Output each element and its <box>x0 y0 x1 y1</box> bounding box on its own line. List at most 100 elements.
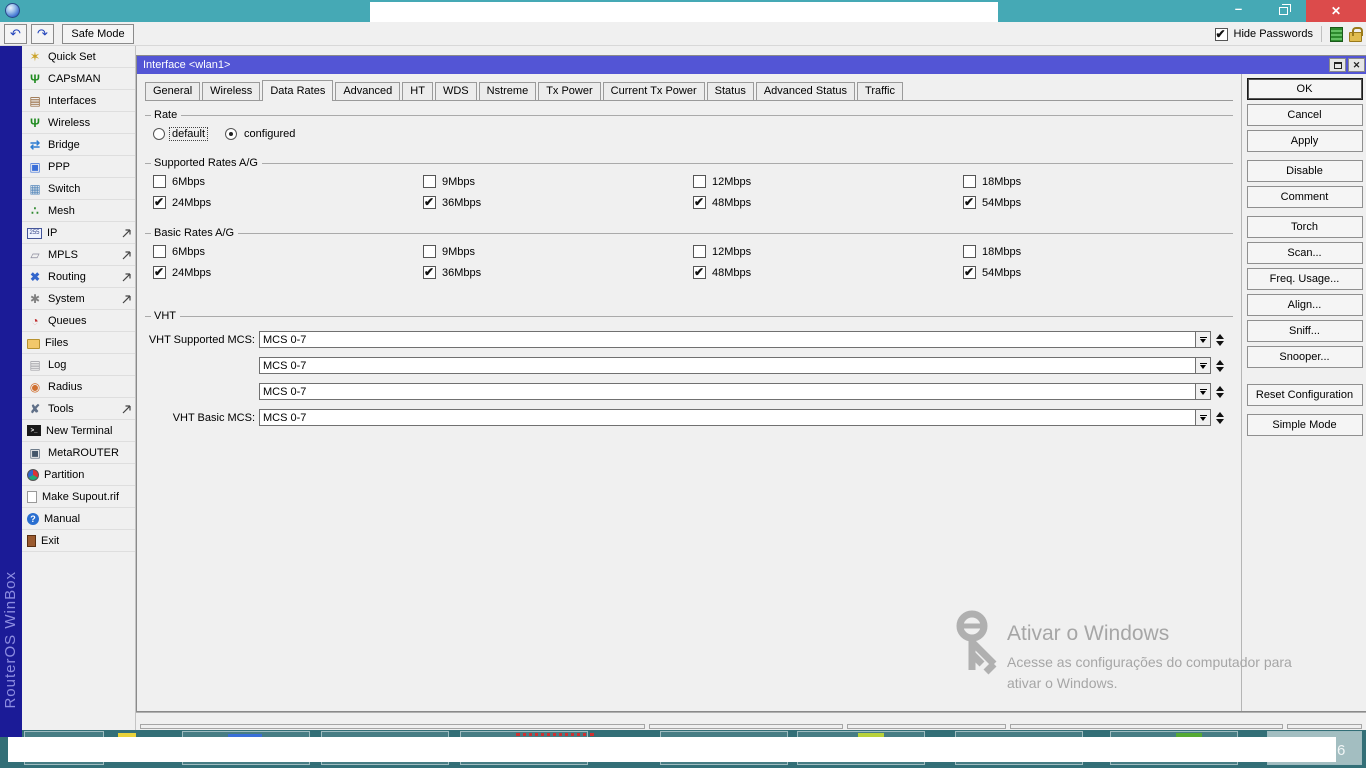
sidebar-item-quick-set[interactable]: Quick Set <box>22 46 135 68</box>
checkbox-label: 6Mbps <box>172 175 206 188</box>
dialog-close-button[interactable]: ✕ <box>1348 58 1365 72</box>
redo-button[interactable]: ↷ <box>31 23 54 44</box>
basic-rate-18mbps[interactable]: 18Mbps <box>963 241 1233 262</box>
brand-strip: RouterOS WinBox <box>0 46 22 737</box>
supported-rate-36mbps[interactable]: 36Mbps <box>423 192 693 213</box>
sidebar-item-new-terminal[interactable]: New Terminal <box>22 420 135 442</box>
tab-traffic[interactable]: Traffic <box>857 82 903 100</box>
sidebar-item-metarouter[interactable]: MetaROUTER <box>22 442 135 464</box>
basic-rate-48mbps[interactable]: 48Mbps <box>693 262 963 283</box>
button-comment[interactable]: Comment <box>1246 186 1363 208</box>
button-torch[interactable]: Torch <box>1246 216 1363 238</box>
basic-rate-24mbps[interactable]: 24Mbps <box>153 262 423 283</box>
button-disable[interactable]: Disable <box>1246 160 1363 182</box>
safe-mode-button[interactable]: Safe Mode <box>62 23 134 44</box>
sidebar-icon-system <box>27 292 43 306</box>
button-cancel[interactable]: Cancel <box>1246 104 1363 126</box>
button-apply[interactable]: Apply <box>1246 130 1363 152</box>
tab-tx-power[interactable]: Tx Power <box>538 82 601 100</box>
supported-rate-24mbps[interactable]: 24Mbps <box>153 192 423 213</box>
sidebar-item-make-supout-rif[interactable]: Make Supout.rif <box>22 486 135 508</box>
button-ok[interactable]: OK <box>1246 78 1363 100</box>
spinner-down-icon <box>1216 366 1224 372</box>
tab-advanced-status[interactable]: Advanced Status <box>755 82 856 100</box>
hide-passwords-checkbox[interactable] <box>1214 27 1228 41</box>
tab-advanced[interactable]: Advanced <box>335 82 401 100</box>
spinner-down-icon <box>1216 340 1224 346</box>
dropdown-arrow-button[interactable] <box>1195 358 1210 373</box>
basic-rate-36mbps[interactable]: 36Mbps <box>423 262 693 283</box>
button-freq-usage[interactable]: Freq. Usage... <box>1246 268 1363 290</box>
basic-rate-9mbps[interactable]: 9Mbps <box>423 241 693 262</box>
button-simple-mode[interactable]: Simple Mode <box>1246 414 1363 436</box>
updown-spinner[interactable] <box>1216 359 1224 372</box>
sidebar-icon-terminal <box>27 425 41 436</box>
sidebar-item-ip[interactable]: IP <box>22 222 135 244</box>
sidebar-item-files[interactable]: Files <box>22 332 135 354</box>
close-button[interactable]: ✕ <box>1306 0 1366 22</box>
sidebar-item-capsman[interactable]: CAPsMAN <box>22 68 135 90</box>
checkbox <box>153 195 166 209</box>
tab-wireless[interactable]: Wireless <box>202 82 261 100</box>
supported-rate-12mbps[interactable]: 12Mbps <box>693 171 963 192</box>
sidebar-item-exit[interactable]: Exit <box>22 530 135 552</box>
button-align[interactable]: Align... <box>1246 294 1363 316</box>
sidebar-item-label: Log <box>48 358 67 371</box>
supported-rate-48mbps[interactable]: 48Mbps <box>693 192 963 213</box>
sidebar-item-mpls[interactable]: MPLS <box>22 244 135 266</box>
supported-rate-54mbps[interactable]: 54Mbps <box>963 192 1233 213</box>
tab-data-rates[interactable]: Data Rates <box>262 80 334 101</box>
sidebar-item-routing[interactable]: Routing <box>22 266 135 288</box>
supported-rate-6mbps[interactable]: 6Mbps <box>153 171 423 192</box>
sidebar-item-log[interactable]: Log <box>22 354 135 376</box>
sidebar-item-manual[interactable]: Manual <box>22 508 135 530</box>
sidebar-item-partition[interactable]: Partition <box>22 464 135 486</box>
updown-spinner[interactable] <box>1216 333 1224 346</box>
checkbox-label: 48Mbps <box>712 266 752 279</box>
updown-spinner[interactable] <box>1216 385 1224 398</box>
dropdown-arrow-button[interactable] <box>1195 384 1210 399</box>
mcs-dropdown[interactable]: MCS 0-7 <box>259 331 1211 348</box>
sidebar-item-ppp[interactable]: PPP <box>22 156 135 178</box>
checkbox <box>963 175 976 188</box>
tab-status[interactable]: Status <box>706 82 754 100</box>
sidebar-item-interfaces[interactable]: Interfaces <box>22 90 135 112</box>
button-snooper[interactable]: Snooper... <box>1246 346 1363 368</box>
supported-rate-18mbps[interactable]: 18Mbps <box>963 171 1233 192</box>
sidebar-item-tools[interactable]: Tools <box>22 398 135 420</box>
sidebar-item-wireless[interactable]: Wireless <box>22 112 135 134</box>
button-sniff[interactable]: Sniff... <box>1246 320 1363 342</box>
supported-rate-9mbps[interactable]: 9Mbps <box>423 171 693 192</box>
tab-current-tx-power[interactable]: Current Tx Power <box>602 82 705 100</box>
checkbox-label: 36Mbps <box>442 266 482 279</box>
sidebar-item-radius[interactable]: Radius <box>22 376 135 398</box>
tab-wds[interactable]: WDS <box>434 82 477 100</box>
rate-radio-option-default[interactable]: default <box>153 127 209 141</box>
mcs-dropdown[interactable]: MCS 0-7 <box>259 409 1211 426</box>
sidebar-item-queues[interactable]: Queues <box>22 310 135 332</box>
sidebar-item-bridge[interactable]: Bridge <box>22 134 135 156</box>
dialog-restore-button[interactable] <box>1329 58 1346 72</box>
basic-rate-54mbps[interactable]: 54Mbps <box>963 262 1233 283</box>
checkbox <box>693 245 706 258</box>
mcs-dropdown[interactable]: MCS 0-7 <box>259 383 1211 400</box>
tab-ht[interactable]: HT <box>402 82 433 100</box>
dropdown-arrow-button[interactable] <box>1195 332 1210 347</box>
minimize-button[interactable]: – <box>1216 0 1261 22</box>
updown-spinner[interactable] <box>1216 411 1224 424</box>
restore-button[interactable] <box>1261 0 1306 22</box>
sidebar-item-system[interactable]: System <box>22 288 135 310</box>
undo-button[interactable]: ↶ <box>4 23 27 44</box>
screen: – ✕ ↶ ↷ Safe Mode Hide Passwords RouterO… <box>0 0 1366 768</box>
basic-rate-12mbps[interactable]: 12Mbps <box>693 241 963 262</box>
dropdown-arrow-button[interactable] <box>1195 410 1210 425</box>
sidebar-item-mesh[interactable]: Mesh <box>22 200 135 222</box>
tab-nstreme[interactable]: Nstreme <box>478 82 537 100</box>
sidebar-item-switch[interactable]: Switch <box>22 178 135 200</box>
button-scan[interactable]: Scan... <box>1246 242 1363 264</box>
tab-general[interactable]: General <box>145 82 201 100</box>
rate-radio-option-configured[interactable]: configured <box>225 128 297 140</box>
mcs-dropdown[interactable]: MCS 0-7 <box>259 357 1211 374</box>
button-reset-configuration[interactable]: Reset Configuration <box>1246 384 1363 406</box>
basic-rate-6mbps[interactable]: 6Mbps <box>153 241 423 262</box>
